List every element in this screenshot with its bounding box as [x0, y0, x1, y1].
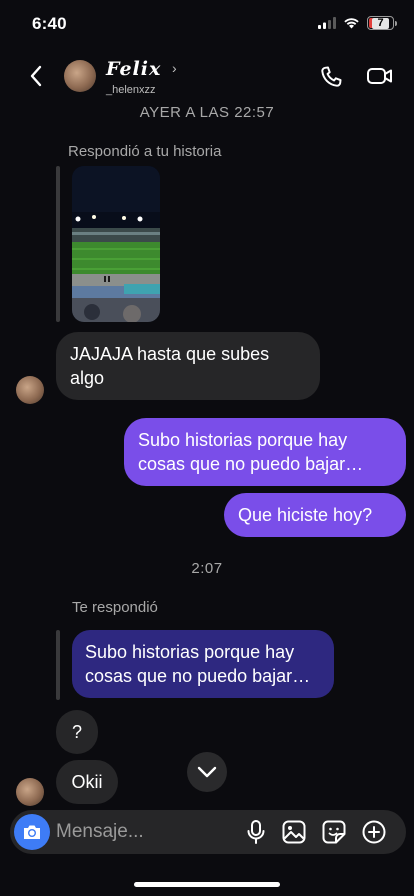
incoming-message[interactable]: ?: [56, 710, 98, 754]
battery-icon: 7: [367, 16, 397, 30]
incoming-message[interactable]: Okii: [56, 760, 118, 804]
add-content-button[interactable]: [360, 818, 388, 846]
plus-circle-icon: [362, 820, 386, 844]
reply-label: Te respondió: [72, 599, 158, 616]
contact-avatar[interactable]: [64, 60, 96, 92]
timestamp-divider: 2:07: [191, 560, 223, 577]
status-icons: 7: [318, 16, 397, 30]
status-time: 6:40: [32, 14, 67, 33]
scroll-to-bottom-button[interactable]: [187, 752, 227, 792]
voice-message-button[interactable]: [242, 818, 270, 846]
phone-icon: [321, 66, 342, 87]
story-reply-label: Respondió a tu historia: [68, 143, 222, 160]
contact-username[interactable]: _helenxzz: [106, 84, 156, 96]
outgoing-message[interactable]: Subo historias porque hay cosas que no p…: [124, 418, 406, 486]
quote-bar: [56, 166, 60, 322]
quoted-message[interactable]: Subo historias porque hay cosas que no p…: [72, 630, 334, 698]
chevron-left-icon: [30, 65, 42, 87]
video-camera-icon: [367, 68, 392, 84]
story-thumbnail[interactable]: [72, 166, 160, 322]
home-indicator: [134, 882, 280, 887]
message-input[interactable]: [56, 818, 236, 846]
chevron-down-icon: [197, 766, 217, 778]
incoming-message[interactable]: JAJAJA hasta que subes algo: [56, 332, 320, 400]
contact-name[interactable]: Felix: [106, 58, 161, 80]
battery-level: 7: [372, 17, 389, 29]
back-button[interactable]: [22, 62, 50, 90]
video-call-button[interactable]: [366, 64, 396, 92]
timestamp-divider: AYER A LAS 22:57: [139, 104, 275, 121]
signal-icon: [318, 17, 336, 29]
microphone-icon: [247, 820, 265, 844]
audio-call-button[interactable]: [318, 64, 346, 92]
sender-avatar[interactable]: [16, 778, 44, 806]
camera-button[interactable]: [14, 814, 50, 850]
quote-bar: [56, 630, 60, 700]
sender-avatar[interactable]: [16, 376, 44, 404]
wifi-icon: [344, 18, 359, 29]
sticker-button[interactable]: [320, 818, 348, 846]
camera-icon: [24, 825, 40, 839]
gallery-button[interactable]: [280, 818, 308, 846]
sticker-icon: [322, 820, 346, 844]
chevron-right-icon[interactable]: ›: [172, 60, 177, 76]
image-icon: [282, 820, 306, 844]
outgoing-message[interactable]: Que hiciste hoy?: [224, 493, 406, 537]
